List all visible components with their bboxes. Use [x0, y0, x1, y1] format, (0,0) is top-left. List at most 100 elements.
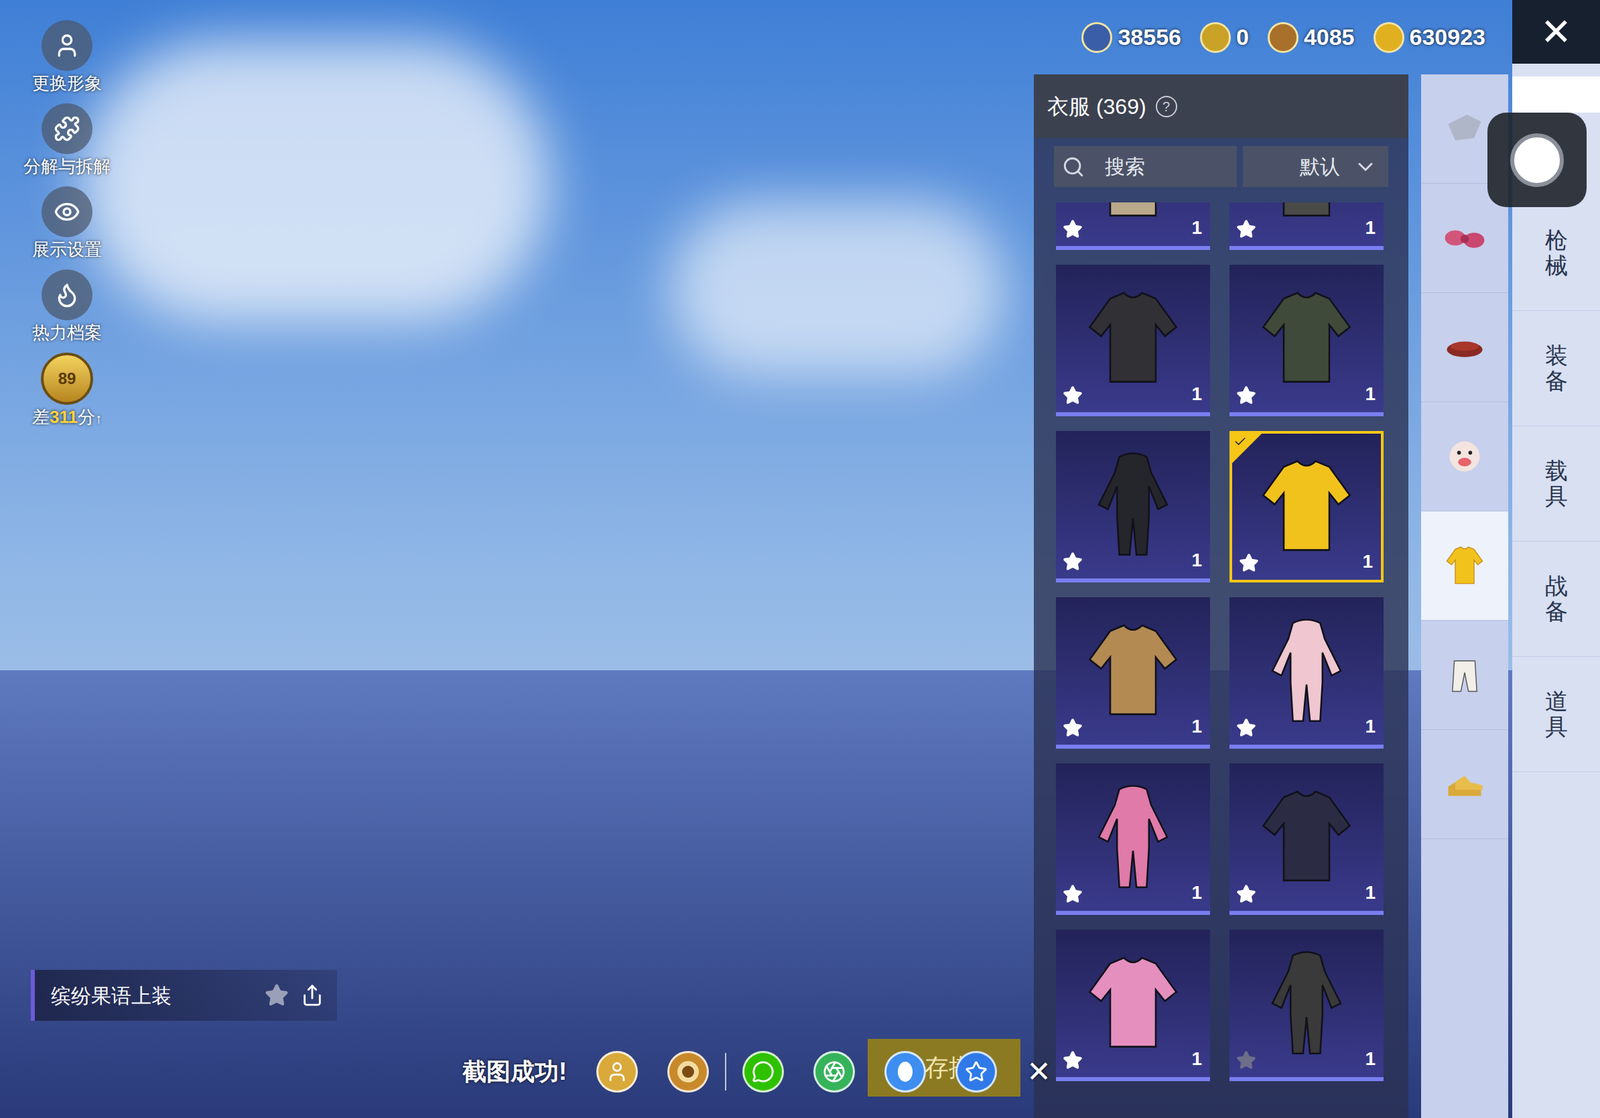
- favorite-star-icon[interactable]: [1236, 385, 1257, 406]
- share-target-button[interactable]: [596, 1050, 638, 1093]
- favorite-star-icon[interactable]: [1062, 1049, 1083, 1071]
- help-button[interactable]: ?: [1155, 95, 1178, 118]
- favorite-star-icon[interactable]: [1238, 552, 1259, 573]
- clothing-item[interactable]: 1: [1229, 202, 1384, 250]
- garment-icon: [1249, 946, 1364, 1060]
- qq-icon: [895, 1059, 916, 1084]
- pants-icon: [1441, 651, 1489, 699]
- category-tab[interactable]: [1421, 511, 1509, 621]
- garment-icon: [1076, 613, 1190, 728]
- rank-badge[interactable]: 89差311分↑: [32, 352, 102, 429]
- clothes-panel: 衣服 (369)?搜索默认111111111111: [1033, 74, 1409, 1118]
- right-region: 3855604085630923衣服 (369)?搜索默认11111111111…: [1033, 0, 1513, 1118]
- search-icon: [1061, 155, 1085, 179]
- screenshot-toast: 截图成功!✕: [462, 1049, 1052, 1094]
- shoes-icon: [1441, 760, 1489, 808]
- search-field[interactable]: 搜索: [1053, 146, 1237, 187]
- side-menu-item[interactable]: 更换形象: [32, 20, 102, 94]
- category-tab[interactable]: [1421, 292, 1509, 403]
- clothing-item[interactable]: 1: [1055, 596, 1211, 749]
- game-logo-icon: [674, 1057, 702, 1085]
- search-row: 搜索默认: [1033, 138, 1409, 203]
- category-tab[interactable]: [1421, 620, 1509, 730]
- avatar-icon: [605, 1059, 629, 1083]
- favorite-star-icon[interactable]: [264, 982, 289, 1008]
- shirt-icon: [1441, 542, 1489, 589]
- cloud: [670, 201, 1006, 376]
- currency-coin-icon: [1373, 22, 1405, 53]
- currency: 630923: [1373, 20, 1486, 55]
- clothing-item[interactable]: 1: [1229, 264, 1384, 417]
- category-tab[interactable]: [1421, 402, 1509, 512]
- garment-icon: [1249, 449, 1364, 564]
- category-gap: [1408, 74, 1422, 1118]
- floating-assist-button[interactable]: [1487, 112, 1587, 208]
- currency-coin-icon: [1200, 22, 1231, 53]
- clothing-item[interactable]: 1: [1229, 763, 1384, 915]
- clothing-item[interactable]: 1: [1229, 596, 1384, 749]
- currency: 38556: [1081, 20, 1182, 55]
- wardrobe-row: 衣服 (369)?搜索默认111111111111: [1033, 74, 1513, 1118]
- eye-icon: [53, 198, 81, 226]
- puzzle-icon: [53, 115, 81, 143]
- currency: 4085: [1267, 20, 1355, 55]
- share-target-button[interactable]: [742, 1050, 784, 1093]
- clothing-item[interactable]: 1: [1055, 264, 1211, 417]
- clothing-item[interactable]: 1: [1055, 430, 1211, 583]
- favorite-star-icon[interactable]: [1062, 385, 1083, 406]
- main-tab[interactable]: 载具: [1512, 426, 1600, 542]
- clothing-item[interactable]: 1: [1055, 763, 1211, 915]
- chevron-down-icon: [1353, 154, 1378, 179]
- foreground: 更换形象分解与拆解展示设置热力档案89差311分↑缤纷果语上装385560408…: [0, 0, 1600, 1118]
- wardrobe-screen: 更换形象分解与拆解展示设置热力档案89差311分↑缤纷果语上装385560408…: [0, 0, 1600, 1118]
- side-menu-icon-circle: [41, 20, 93, 72]
- share-target-button[interactable]: [955, 1050, 997, 1093]
- item-grid-scroll: 111111111111: [1033, 202, 1409, 1118]
- favorite-star-icon[interactable]: [1062, 717, 1083, 738]
- hat-icon: [1441, 323, 1489, 371]
- share-icon[interactable]: [300, 983, 324, 1007]
- toast-close-button[interactable]: ✕: [1026, 1049, 1052, 1094]
- share-target-button[interactable]: [813, 1050, 855, 1093]
- flame-icon: [53, 281, 81, 309]
- main-tab[interactable]: 战备: [1512, 541, 1600, 657]
- clothing-item[interactable]: 1: [1229, 430, 1384, 583]
- side-menu-icon-circle: [41, 103, 93, 155]
- selected-check-badge: [1232, 433, 1262, 463]
- main-tab[interactable]: 道具: [1512, 656, 1600, 772]
- sort-dropdown[interactable]: 默认: [1242, 146, 1389, 187]
- favorite-star-icon[interactable]: [1062, 219, 1083, 240]
- favorite-star-icon[interactable]: [1236, 717, 1257, 738]
- favorite-star-icon[interactable]: [1062, 883, 1083, 904]
- garment-icon: [1076, 779, 1190, 894]
- left-area: 更换形象分解与拆解展示设置热力档案 89差311分↑ 缤纷果语上装: [0, 0, 1034, 1118]
- close-button[interactable]: ✕: [1512, 0, 1600, 64]
- outfit-name-bar: 缤纷果语上装: [30, 969, 338, 1021]
- favorite-star-icon[interactable]: [1236, 1049, 1257, 1071]
- garment-icon: [1076, 202, 1190, 230]
- garment-icon: [1249, 779, 1364, 894]
- garment-icon: [1076, 946, 1190, 1060]
- main-tab[interactable]: 装备: [1512, 310, 1600, 427]
- favorite-star-icon[interactable]: [1236, 883, 1257, 904]
- currency-bar: 3855604085630923: [1033, 0, 1513, 75]
- favorite-star-icon[interactable]: [1236, 219, 1257, 240]
- currency-coin-icon: [1267, 22, 1299, 53]
- clothing-item[interactable]: 1: [1229, 929, 1384, 1081]
- garment-icon: [1249, 281, 1364, 396]
- share-target-button[interactable]: [667, 1050, 709, 1093]
- cloud: [80, 40, 550, 322]
- garment-icon: [1076, 447, 1190, 562]
- category-tab[interactable]: [1421, 729, 1509, 839]
- side-menu-item[interactable]: 分解与拆解: [23, 103, 111, 177]
- side-menu-item[interactable]: 热力档案: [32, 269, 102, 344]
- category-column: [1421, 74, 1509, 1118]
- current-tab[interactable]: [1512, 76, 1600, 113]
- side-menu-item[interactable]: 展示设置: [32, 186, 102, 260]
- clothing-item[interactable]: 1: [1055, 202, 1211, 250]
- favorite-star-icon[interactable]: [1062, 551, 1083, 572]
- share-target-button[interactable]: [884, 1050, 926, 1093]
- main-tab[interactable]: 枪械: [1512, 195, 1600, 311]
- currency-coin-icon: [1081, 22, 1113, 53]
- clothing-item[interactable]: 1: [1055, 929, 1211, 1081]
